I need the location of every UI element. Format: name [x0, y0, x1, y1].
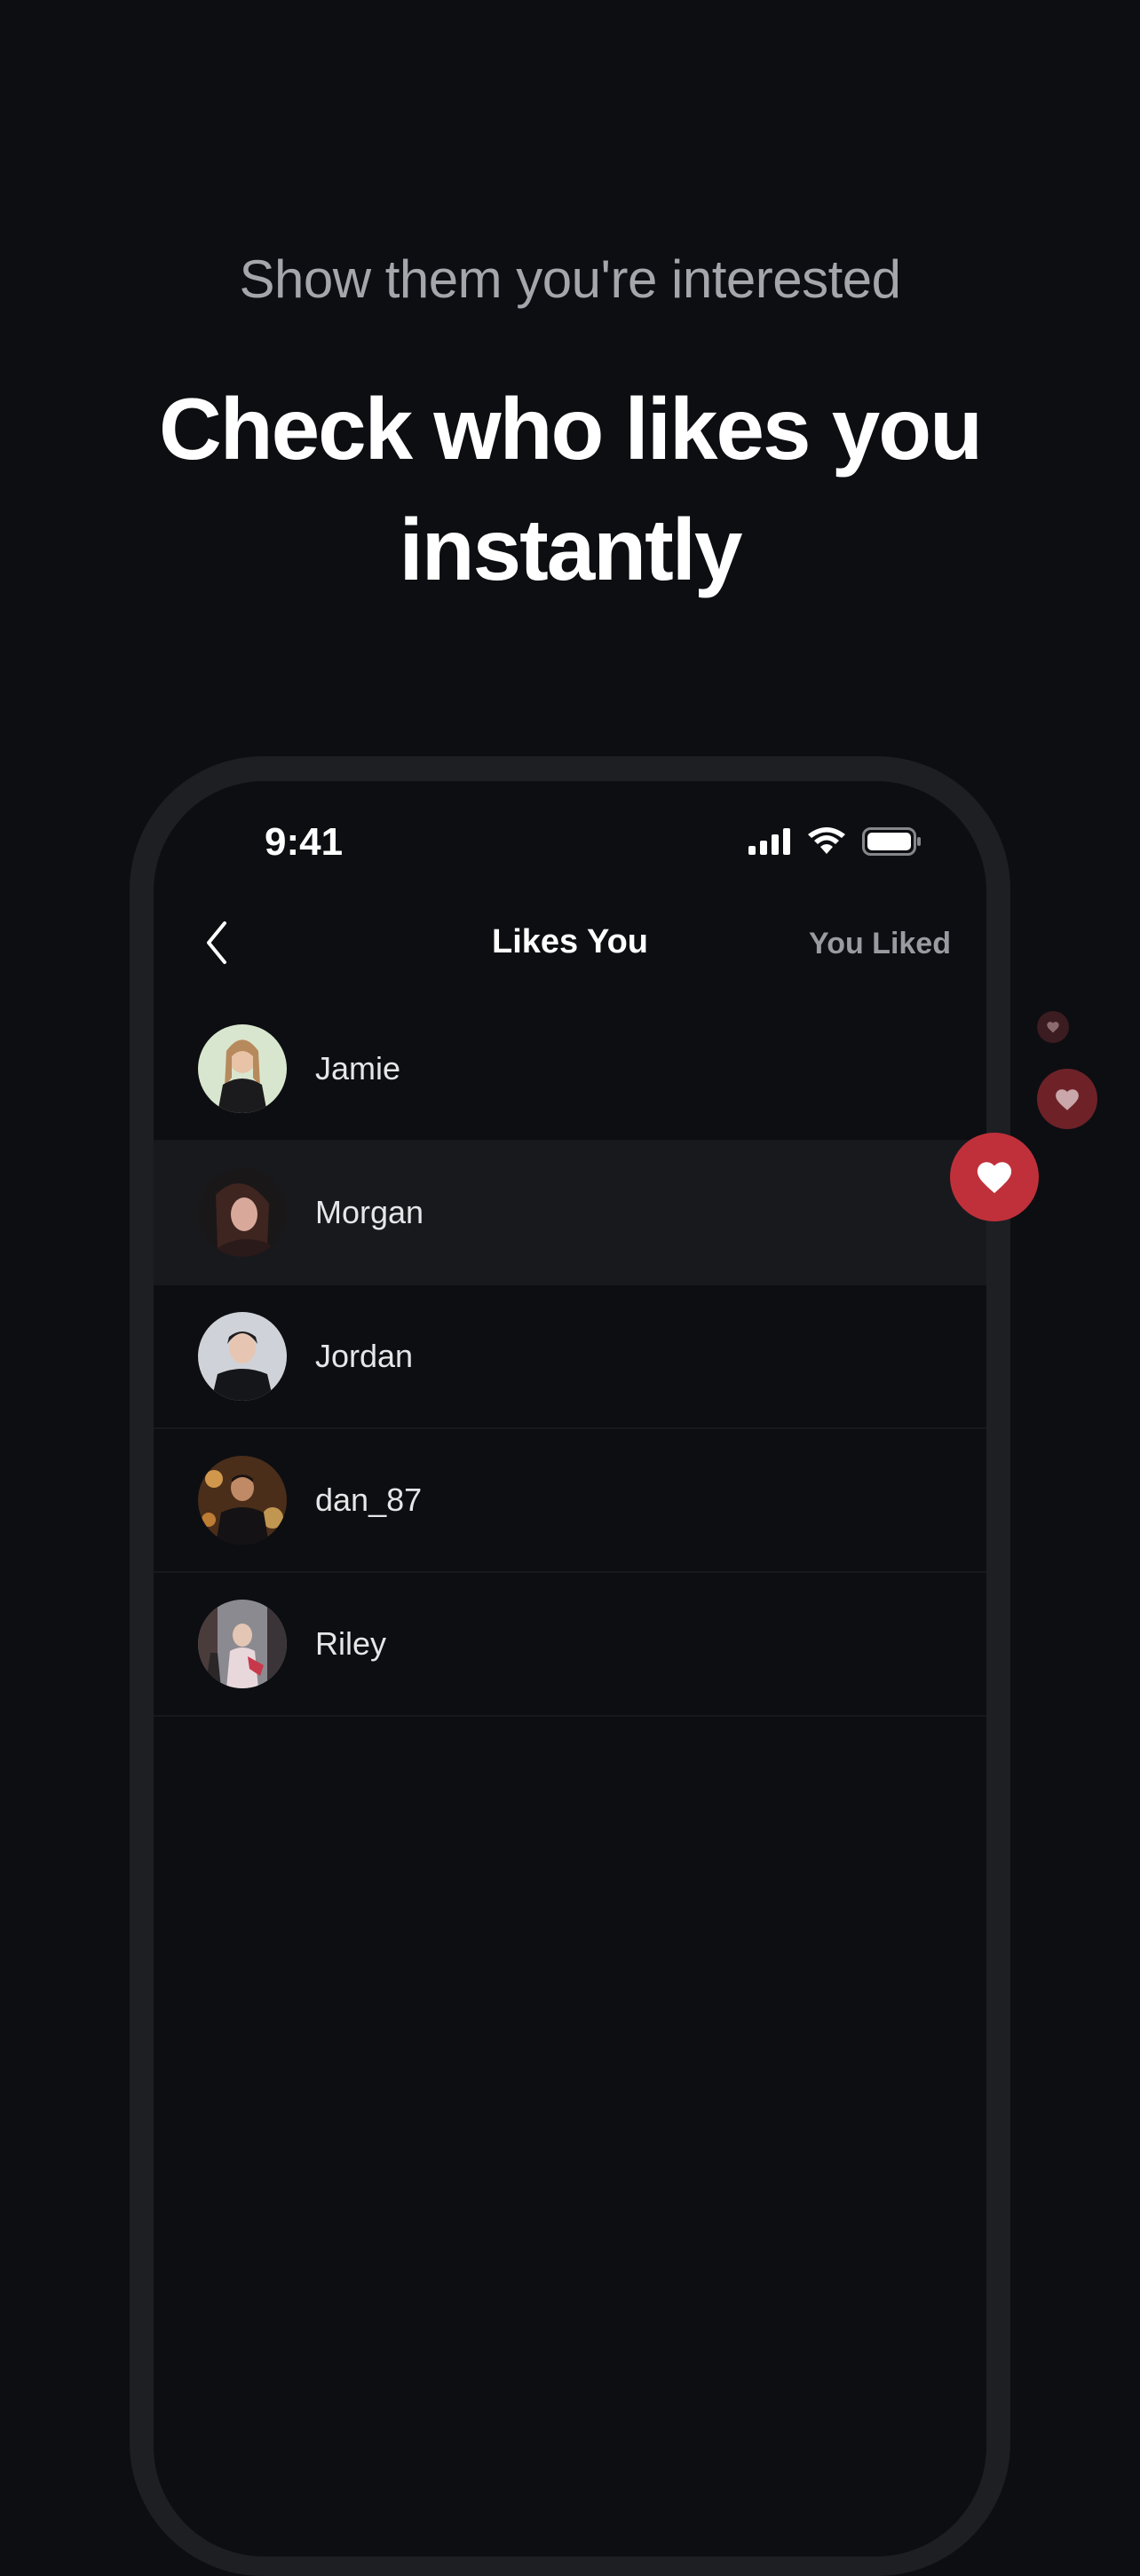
avatar [198, 1600, 287, 1688]
heart-bubble-medium [1037, 1069, 1097, 1129]
list-item-name: dan_87 [315, 1482, 423, 1518]
list-item[interactable]: Riley [154, 1573, 986, 1717]
list-item-name: Jordan [315, 1338, 414, 1374]
likes-list: Jamie Morgan Jordan dan_87 Riley [154, 998, 986, 1717]
avatar [198, 1456, 287, 1545]
avatar [198, 1024, 287, 1113]
list-item[interactable]: Morgan [154, 1142, 986, 1285]
heart-icon [1056, 1088, 1079, 1110]
list-item[interactable]: Jordan [154, 1285, 986, 1429]
list-item-name: Riley [315, 1625, 387, 1662]
list-item[interactable]: dan_87 [154, 1429, 986, 1573]
heart-icon [1047, 1022, 1059, 1033]
cellular-signal-icon [748, 828, 790, 855]
status-time: 9:41 [265, 820, 344, 864]
heart-bubble-small [1037, 1011, 1069, 1043]
heart-icon [977, 1162, 1012, 1194]
phone-screen: 9:41 Likes You You Liked Jamie Morgan Jo… [154, 781, 986, 2556]
status-icons [748, 827, 922, 856]
avatar [198, 1168, 287, 1257]
list-item-name: Morgan [315, 1194, 424, 1230]
headline: Check who likes you instantly [159, 380, 983, 598]
list-item-name: Jamie [315, 1050, 401, 1087]
avatar [198, 1312, 287, 1401]
you-liked-tab[interactable]: You Liked [809, 927, 951, 961]
heart-bubble-large [950, 1133, 1039, 1221]
list-item[interactable]: Jamie [154, 998, 986, 1142]
battery-icon [862, 827, 921, 856]
wifi-icon [808, 827, 845, 854]
subtitle: Show them you're interested [239, 249, 901, 309]
